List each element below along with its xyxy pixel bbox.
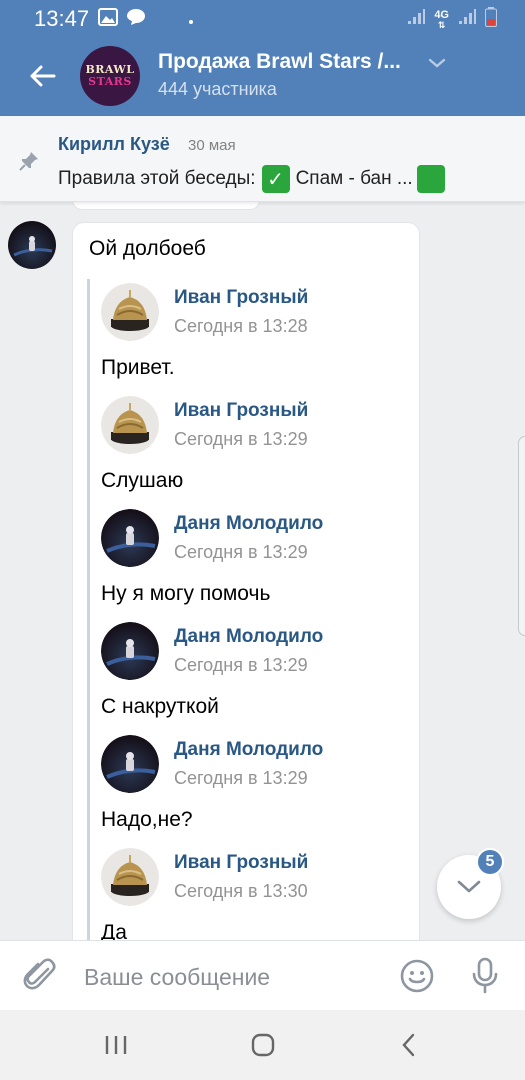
- chat-header: BRAWL STARS Продажа Brawl Stars /... 444…: [0, 36, 525, 116]
- forwarded-author-name[interactable]: Даня Молодило: [174, 513, 323, 535]
- forwarded-time: Сегодня в 13:29: [174, 655, 308, 675]
- back-chevron-icon: [402, 1033, 415, 1057]
- forwarded-author-avatar[interactable]: [101, 622, 159, 680]
- system-back-button[interactable]: [398, 1032, 420, 1063]
- network-type-icon: 4G ⇅: [434, 8, 449, 30]
- back-button[interactable]: [22, 56, 62, 96]
- forwarded-text: Слушаю: [101, 469, 184, 492]
- forwarded-time: Сегодня в 13:29: [174, 768, 308, 788]
- pinned-text: Правила этой беседы: ✓ Спам - бан ...: [58, 163, 452, 195]
- battery-icon: [485, 7, 497, 32]
- recent-apps-icon: [105, 1036, 127, 1054]
- sender-avatar[interactable]: [8, 221, 56, 269]
- pinned-text-suffix: Спам - бан ...: [295, 168, 413, 189]
- chevron-down-icon: [457, 880, 481, 893]
- forwarded-text: Привет.: [101, 356, 175, 379]
- forwarded-time: Сегодня в 13:30: [174, 881, 308, 901]
- forwarded-text: Надо,не?: [101, 808, 193, 831]
- forwarded-author-avatar[interactable]: [101, 735, 159, 793]
- pinned-message[interactable]: Кирилл Кузё 30 мая Правила этой беседы: …: [0, 116, 525, 202]
- voice-message-button[interactable]: [470, 957, 500, 1000]
- forwarded-author-avatar[interactable]: [101, 509, 159, 567]
- check-mark-icon: ✓: [261, 165, 290, 193]
- microphone-icon: [472, 957, 498, 994]
- attach-button[interactable]: [22, 957, 58, 1000]
- forwarded-text: С накруткой: [101, 695, 219, 718]
- forwarded-author-avatar[interactable]: [101, 396, 159, 454]
- arrow-left-icon: [30, 65, 56, 87]
- status-bar: 13:47 4G ⇅: [0, 0, 525, 36]
- recent-apps-button[interactable]: [104, 1034, 128, 1061]
- forwarded-message[interactable]: Иван Грозный Сегодня в 13:28 Привет.: [101, 281, 411, 394]
- home-icon: [251, 1033, 275, 1057]
- forwarded-author-name[interactable]: Иван Грозный: [174, 287, 308, 309]
- chevron-down-icon[interactable]: [428, 56, 446, 74]
- forwarded-time: Сегодня в 13:28: [174, 316, 308, 336]
- message-bubble[interactable]: Ой долбоеб Иван Грозный Сегодня в 13:28 Пр…: [72, 222, 420, 962]
- system-nav-bar: [0, 1010, 525, 1080]
- forwarded-text: Ну я могу помочь: [101, 582, 271, 605]
- scroll-handle[interactable]: [518, 436, 525, 636]
- chat-avatar[interactable]: BRAWL STARS: [80, 46, 140, 106]
- avatar-logo-line2: STARS: [88, 75, 132, 88]
- smile-icon: [400, 959, 434, 993]
- pinned-author[interactable]: Кирилл Кузё: [58, 134, 170, 155]
- message-text: Ой долбоеб: [89, 237, 206, 260]
- forwarded-author-name[interactable]: Иван Грозный: [174, 400, 308, 422]
- pin-icon: [18, 150, 40, 177]
- forwarded-author-name[interactable]: Иван Грозный: [174, 852, 308, 874]
- forwarded-author-name[interactable]: Даня Молодило: [174, 626, 323, 648]
- paperclip-icon: [23, 958, 56, 990]
- status-time: 13:47: [34, 6, 90, 31]
- dot-icon: [188, 12, 194, 30]
- forwarded-message[interactable]: Даня Молодило Сегодня в 13:29 Ну я могу по…: [101, 507, 411, 620]
- message-input[interactable]: [84, 961, 384, 993]
- forwarded-message[interactable]: Даня Молодило Сегодня в 13:29 С накруткой: [101, 620, 411, 733]
- message-status-icon: [126, 8, 146, 31]
- pinned-text-prefix: Правила этой беседы:: [58, 168, 256, 189]
- chat-members-count[interactable]: 444 участника: [158, 79, 277, 100]
- signal-icon: [406, 8, 426, 31]
- forwarded-author-name[interactable]: Даня Молодило: [174, 739, 323, 761]
- home-button[interactable]: [250, 1032, 276, 1063]
- pinned-date: 30 мая: [188, 137, 236, 154]
- forwarded-time: Сегодня в 13:29: [174, 429, 308, 449]
- gallery-icon: [98, 8, 118, 31]
- signal-icon-2: [457, 8, 477, 31]
- chat-title[interactable]: Продажа Brawl Stars /...: [158, 50, 401, 74]
- unread-badge: 5: [476, 848, 504, 876]
- emoji-button[interactable]: [400, 959, 434, 998]
- forwarded-author-avatar[interactable]: [101, 848, 159, 906]
- check-mark-icon-2: [416, 165, 445, 193]
- forward-quote-line: [87, 279, 90, 961]
- forwarded-message[interactable]: Даня Молодило Сегодня в 13:29 Надо,не?: [101, 733, 411, 846]
- forwarded-message[interactable]: Иван Грозный Сегодня в 13:29 Слушаю: [101, 394, 411, 507]
- forwarded-time: Сегодня в 13:29: [174, 542, 308, 562]
- forwarded-author-avatar[interactable]: [101, 283, 159, 341]
- message-composer: [0, 940, 525, 1010]
